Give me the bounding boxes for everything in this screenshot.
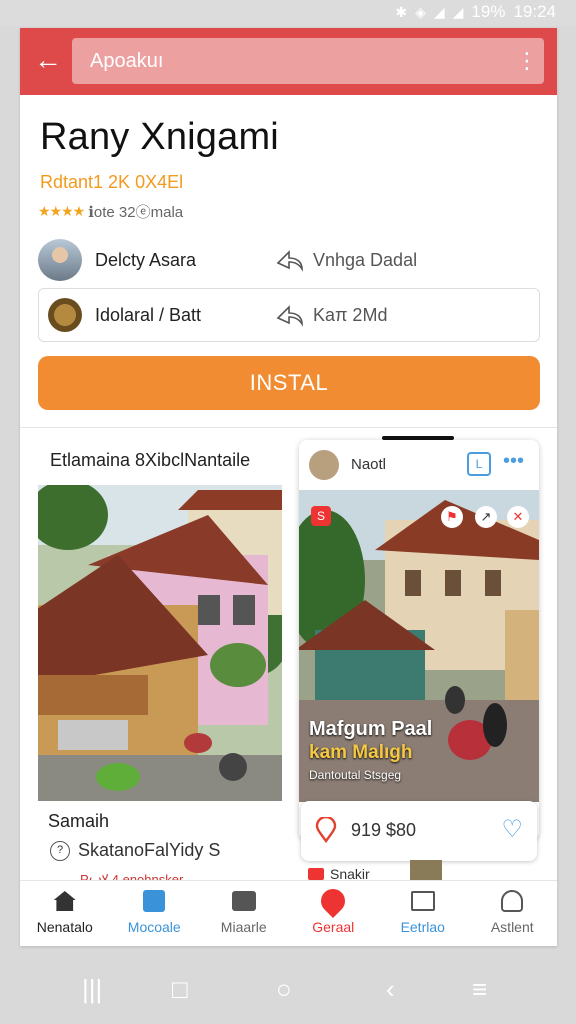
home-icon xyxy=(53,891,76,911)
overlay-title: Mafgum Paal xyxy=(309,718,433,740)
search-field[interactable]: Apoakuı ⋮ xyxy=(72,38,544,84)
info-icon: ? xyxy=(50,840,70,861)
nav-label: Geraal xyxy=(312,919,355,935)
avatar xyxy=(309,450,339,480)
back-arrow-icon[interactable]: ← xyxy=(34,42,62,78)
developer-row-2[interactable]: Idolaral / Batt Kaπ 2Md xyxy=(48,294,550,336)
home-circle-icon[interactable]: ○ xyxy=(276,974,292,1005)
top-app-bar: ← Apoakuı ⋮ xyxy=(20,28,557,95)
app-subtitle: Rdtant1 2K 0X4El xyxy=(40,172,184,192)
developer-name-2: Idolaral / Batt xyxy=(95,304,202,325)
overlay-subtitle: kam Malıgh xyxy=(309,742,413,763)
nav-item-account[interactable]: Astlent xyxy=(468,881,558,946)
photo-overlay-icons: S ⚑ ↗ ✕ xyxy=(299,506,539,536)
rating-stars: ★★★★ xyxy=(38,203,85,219)
avatar xyxy=(38,239,82,281)
nav-label: Eetrlao xyxy=(400,919,445,935)
developer-row-1[interactable]: Delcty Asara Vnhga Dadal xyxy=(38,239,540,281)
camera-icon xyxy=(231,891,256,911)
nav-label: Astlent xyxy=(490,919,534,935)
app-detail-card: ← Apoakuı ⋮ Rany Xnigami Rdtant1 2K 0X4E… xyxy=(20,28,557,946)
square-icon[interactable]: □ xyxy=(172,974,188,1005)
nav-label: Mocoale xyxy=(127,919,181,935)
street-photo[interactable] xyxy=(38,485,282,801)
signal-icon-2: ◢ xyxy=(452,3,464,20)
video-icon xyxy=(308,868,324,880)
bookmark-icon[interactable]: L xyxy=(467,452,491,476)
left-card-sub: ? SkatanoFalYidy S xyxy=(50,840,220,861)
right-card-header: Naotl L ••• xyxy=(299,440,539,490)
price-text: 919 $80 xyxy=(351,820,417,840)
location-pin-icon xyxy=(316,884,351,918)
bag-icon xyxy=(143,890,166,912)
bluetooth-icon: ✱ xyxy=(395,3,408,20)
install-button[interactable]: INSTAL xyxy=(38,356,540,410)
tag-icon: S xyxy=(311,506,331,526)
system-navigation-bar: ||| □ ○ ‹ ≡ xyxy=(0,950,576,1024)
more-options-icon[interactable]: ⋮ xyxy=(516,46,538,76)
developer-name: Delcty Asara xyxy=(95,249,197,270)
person-icon xyxy=(501,890,524,912)
left-card-heading: Etlamaina 8XibclNantaile xyxy=(50,450,251,470)
nav-item-location[interactable]: Geraal xyxy=(289,881,379,946)
bottom-navigation: Nenatalo Mocoale Miaarle Geraal Eetrlao … xyxy=(20,880,557,946)
battery-level: 19% xyxy=(471,2,506,21)
nav-label: Miaarle xyxy=(220,919,267,935)
price-box[interactable]: 919 $80 ♡ xyxy=(301,801,537,861)
rating-text: ℹote 32ⓔmala xyxy=(88,204,184,221)
app-title: Rany Xnigami xyxy=(40,116,279,158)
nav-item-home[interactable]: Nenatalo xyxy=(20,881,110,946)
menu-icon[interactable]: ≡ xyxy=(472,974,487,1005)
overlay-small: Dantoutal Stsgeg xyxy=(309,768,402,782)
more-dots-icon[interactable]: ••• xyxy=(503,450,524,473)
nav-item-store[interactable]: Mocoale xyxy=(110,881,200,946)
heart-icon[interactable]: ♡ xyxy=(501,815,523,844)
badge-icon xyxy=(48,298,82,332)
location-pin-icon xyxy=(315,815,337,844)
pin-icon[interactable]: ⚑ xyxy=(441,506,463,528)
search-text: Apoakuı xyxy=(90,50,164,72)
back-chevron-icon[interactable]: ‹ xyxy=(386,974,395,1005)
right-card[interactable]: Naotl L ••• S ⚑ ↗ ✕ Mafgum Paal kam Malı… xyxy=(299,440,539,840)
wifi-icon: ◈ xyxy=(415,3,426,20)
nav-item-inbox[interactable]: Eetrlao xyxy=(378,881,468,946)
divider xyxy=(20,427,557,428)
share-icon[interactable] xyxy=(275,302,305,328)
developer-action[interactable]: Vnhga Dadal xyxy=(313,250,417,271)
left-card-sub-text: SkatanoFalYidy S xyxy=(78,840,221,860)
nav-item-camera[interactable]: Miaarle xyxy=(199,881,289,946)
rating-row: ★★★★ ℹote 32ⓔmala xyxy=(38,201,183,222)
close-round-icon[interactable]: ✕ xyxy=(507,506,529,528)
developer-action-2[interactable]: Kaπ 2Md xyxy=(313,305,387,326)
right-card-author: Naotl xyxy=(351,456,387,473)
signal-icon: ◢ xyxy=(433,3,445,20)
share-icon[interactable] xyxy=(275,247,305,273)
left-card-caption: Samaih xyxy=(48,811,110,831)
status-bar: ✱ ◈ ◢ ◢ 19% 19:24 xyxy=(0,0,576,26)
clock: 19:24 xyxy=(513,2,556,21)
share-round-icon[interactable]: ↗ xyxy=(475,506,497,528)
tray-icon xyxy=(410,891,435,911)
nav-label: Nenatalo xyxy=(36,919,93,935)
recents-menu-icon[interactable]: ||| xyxy=(82,974,102,1005)
